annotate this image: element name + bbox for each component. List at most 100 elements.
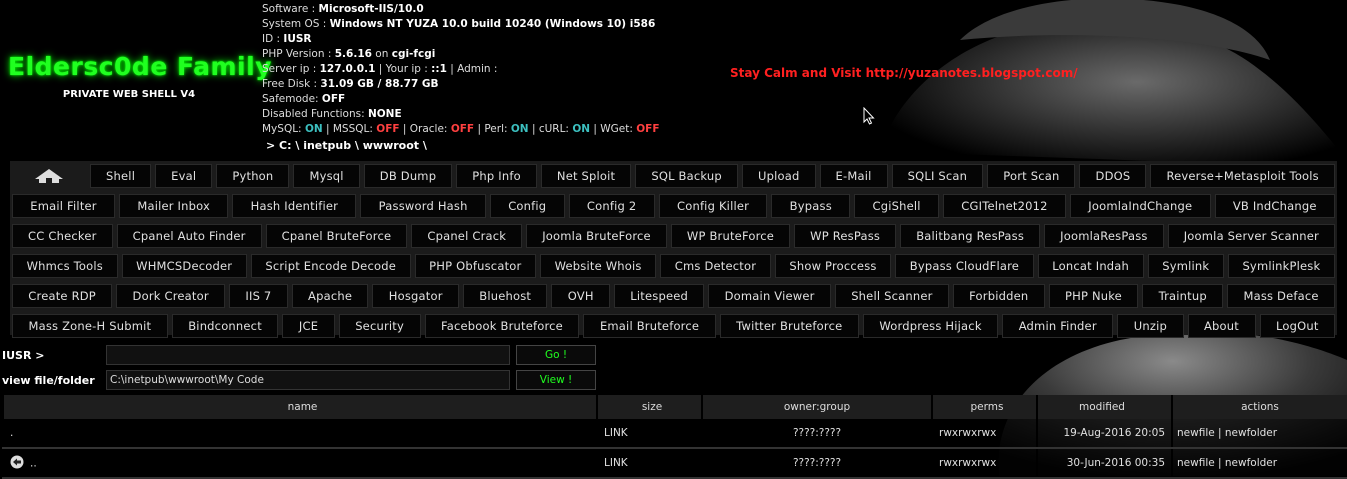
row-perms[interactable]: rwxrwxrwx: [931, 448, 1037, 479]
menu-item-password-hash[interactable]: Password Hash: [360, 194, 486, 218]
menu-item-hash-identifier[interactable]: Hash Identifier: [232, 194, 357, 218]
menu-item-cpanel-auto-finder[interactable]: Cpanel Auto Finder: [116, 224, 262, 248]
header-actions[interactable]: actions: [1171, 395, 1347, 419]
menu-item-admin-finder[interactable]: Admin Finder: [1002, 314, 1114, 338]
menu-item-iis-7[interactable]: IIS 7: [229, 284, 288, 308]
menu-item-traintup[interactable]: Traintup: [1142, 284, 1224, 308]
menu-item-port-scan[interactable]: Port Scan: [987, 164, 1076, 188]
home-icon[interactable]: [12, 164, 86, 188]
menu-item-symlinkplesk[interactable]: SymlinkPlesk: [1227, 254, 1335, 278]
menu-item-show-proccess[interactable]: Show Proccess: [774, 254, 892, 278]
menu-item-email-filter[interactable]: Email Filter: [12, 194, 116, 218]
go-button[interactable]: Go !: [516, 345, 596, 365]
menu-row-5: Create RDP Dork Creator IIS 7 Apache Hosgato…: [10, 281, 1337, 311]
command-input[interactable]: [106, 345, 510, 365]
menu-item-balitbang-respass[interactable]: Balitbang ResPass: [900, 224, 1041, 248]
menu-item-ddos[interactable]: DDOS: [1079, 164, 1147, 188]
menu-item-mailer-inbox[interactable]: Mailer Inbox: [119, 194, 229, 218]
header-modified[interactable]: modified: [1036, 395, 1172, 419]
menu-row-6: Mass Zone-H Submit Bindconnect JCE Security…: [10, 311, 1337, 341]
menu-item-symlink[interactable]: Symlink: [1147, 254, 1224, 278]
row-name[interactable]: ..: [2, 448, 597, 479]
menu-item-forbidden[interactable]: Forbidden: [952, 284, 1045, 308]
menu-item-vb-indchange[interactable]: VB IndChange: [1214, 194, 1335, 218]
menu-item-config-killer[interactable]: Config Killer: [658, 194, 768, 218]
menu-item-ovh[interactable]: OVH: [551, 284, 610, 308]
header-perms[interactable]: perms: [931, 395, 1037, 419]
row-modified: 19-Aug-2016 20:05: [1036, 419, 1172, 449]
menu-item-security[interactable]: Security: [338, 314, 421, 338]
view-path-input[interactable]: [106, 370, 510, 390]
current-path[interactable]: > C: \ inetpub \ wwwroot \: [266, 138, 660, 153]
back-arrow-icon[interactable]: [10, 455, 24, 472]
row-actions[interactable]: newfile | newfolder: [1171, 419, 1347, 449]
info-os: System OS : Windows NT YUZA 10.0 build 1…: [262, 18, 656, 30]
menu-item-dork-creator[interactable]: Dork Creator: [116, 284, 226, 308]
menu-item-create-rdp[interactable]: Create RDP: [12, 284, 113, 308]
menu-item-php-obfuscator[interactable]: PHP Obfuscator: [414, 254, 537, 278]
menu-item-joomla-bruteforce[interactable]: Joomla BruteForce: [526, 224, 667, 248]
menu-item-bypass[interactable]: Bypass: [771, 194, 851, 218]
menu-item-db-dump[interactable]: DB Dump: [363, 164, 453, 188]
menu-item-cc-checker[interactable]: CC Checker: [12, 224, 113, 248]
menu-item-email-bruteforce[interactable]: Email Bruteforce: [583, 314, 716, 338]
menu-item-config-2[interactable]: Config 2: [568, 194, 655, 218]
logo-subtitle: PRIVATE WEB SHELL V4: [62, 89, 196, 100]
menu-item-litespeed[interactable]: Litespeed: [613, 284, 705, 308]
menu-item-hosgator[interactable]: Hosgator: [372, 284, 459, 308]
menu-item-website-whois[interactable]: Website Whois: [540, 254, 657, 278]
menu-item-bindconnect[interactable]: Bindconnect: [171, 314, 279, 338]
menu-item-joomlaindchange[interactable]: JoomlaIndChange: [1070, 194, 1211, 218]
menu-item-wp-respass[interactable]: WP ResPass: [794, 224, 897, 248]
menu-item-php-info[interactable]: Php Info: [456, 164, 537, 188]
menu-item-twitter-bruteforce[interactable]: Twitter Bruteforce: [719, 314, 859, 338]
menu-item-whmcs-tools[interactable]: Whmcs Tools: [12, 254, 118, 278]
header-size[interactable]: size: [596, 395, 702, 419]
menu-item-config[interactable]: Config: [489, 194, 565, 218]
menu-item-bluehost[interactable]: Bluehost: [462, 284, 548, 308]
menu-item-jce[interactable]: JCE: [282, 314, 335, 338]
menu-item-script-encode-decode[interactable]: Script Encode Decode: [250, 254, 411, 278]
menu-item-about[interactable]: About: [1187, 314, 1256, 338]
menu-item-cpanel-crack[interactable]: Cpanel Crack: [411, 224, 523, 248]
menu-item-mass-zone-h-submit[interactable]: Mass Zone-H Submit: [12, 314, 168, 338]
menu-item-unzip[interactable]: Unzip: [1117, 314, 1184, 338]
menu-item-cms-detector[interactable]: Cms Detector: [660, 254, 771, 278]
menu-item-reverse-metasploit-tools[interactable]: Reverse+Metasploit Tools: [1150, 164, 1335, 188]
menu-item-sqli-scan[interactable]: SQLI Scan: [891, 164, 984, 188]
header-name[interactable]: name: [2, 395, 597, 419]
menu-item-shell-scanner[interactable]: Shell Scanner: [834, 284, 949, 308]
menu-item-domain-viewer[interactable]: Domain Viewer: [708, 284, 831, 308]
menu-item-joomla-server-scanner[interactable]: Joomla Server Scanner: [1167, 224, 1335, 248]
menu-item-e-mail[interactable]: E-Mail: [819, 164, 888, 188]
row-actions[interactable]: newfile | newfolder: [1171, 448, 1347, 479]
row-perms[interactable]: rwxrwxrwx: [931, 419, 1037, 449]
menu-item-python[interactable]: Python: [216, 164, 290, 188]
server-info: Software : Microsoft-IIS/10.0 System OS …: [262, 2, 660, 153]
menu-item-shell[interactable]: Shell: [90, 164, 152, 188]
menu-item-logout[interactable]: LogOut: [1259, 314, 1336, 338]
menu-item-mysql[interactable]: Mysql: [293, 164, 360, 188]
menu-item-cpanel-bruteforce[interactable]: Cpanel BruteForce: [265, 224, 408, 248]
menu-item-joomlarespass[interactable]: JoomlaResPass: [1044, 224, 1164, 248]
menu-item-bypass-cloudflare[interactable]: Bypass CloudFlare: [895, 254, 1034, 278]
file-table: name size owner:group perms modified act…: [2, 395, 1347, 479]
menu-item-whmcsdecoder[interactable]: WHMCSDecoder: [121, 254, 247, 278]
menu-item-wp-bruteforce[interactable]: WP BruteForce: [670, 224, 791, 248]
menu-item-php-nuke[interactable]: PHP Nuke: [1048, 284, 1139, 308]
menu-item-eval[interactable]: Eval: [155, 164, 213, 188]
slogan-link[interactable]: Stay Calm and Visit http://yuzanotes.blo…: [730, 66, 1078, 80]
menu-item-cgishell[interactable]: CgiShell: [854, 194, 939, 218]
menu-item-loncat-indah[interactable]: Loncat Indah: [1037, 254, 1144, 278]
menu-item-facebook-bruteforce[interactable]: Facebook Bruteforce: [424, 314, 580, 338]
menu-item-wordpress-hijack[interactable]: Wordpress Hijack: [862, 314, 999, 338]
menu-item-cgitelnet2012[interactable]: CGITelnet2012: [942, 194, 1066, 218]
menu-item-mass-deface[interactable]: Mass Deface: [1227, 284, 1335, 308]
row-name[interactable]: .: [2, 419, 597, 449]
menu-item-net-sploit[interactable]: Net Sploit: [540, 164, 632, 188]
menu-item-upload[interactable]: Upload: [741, 164, 816, 188]
header-owner-group[interactable]: owner:group: [701, 395, 932, 419]
view-button[interactable]: View !: [516, 370, 596, 390]
menu-item-apache[interactable]: Apache: [291, 284, 369, 308]
menu-item-sql-backup[interactable]: SQL Backup: [635, 164, 738, 188]
